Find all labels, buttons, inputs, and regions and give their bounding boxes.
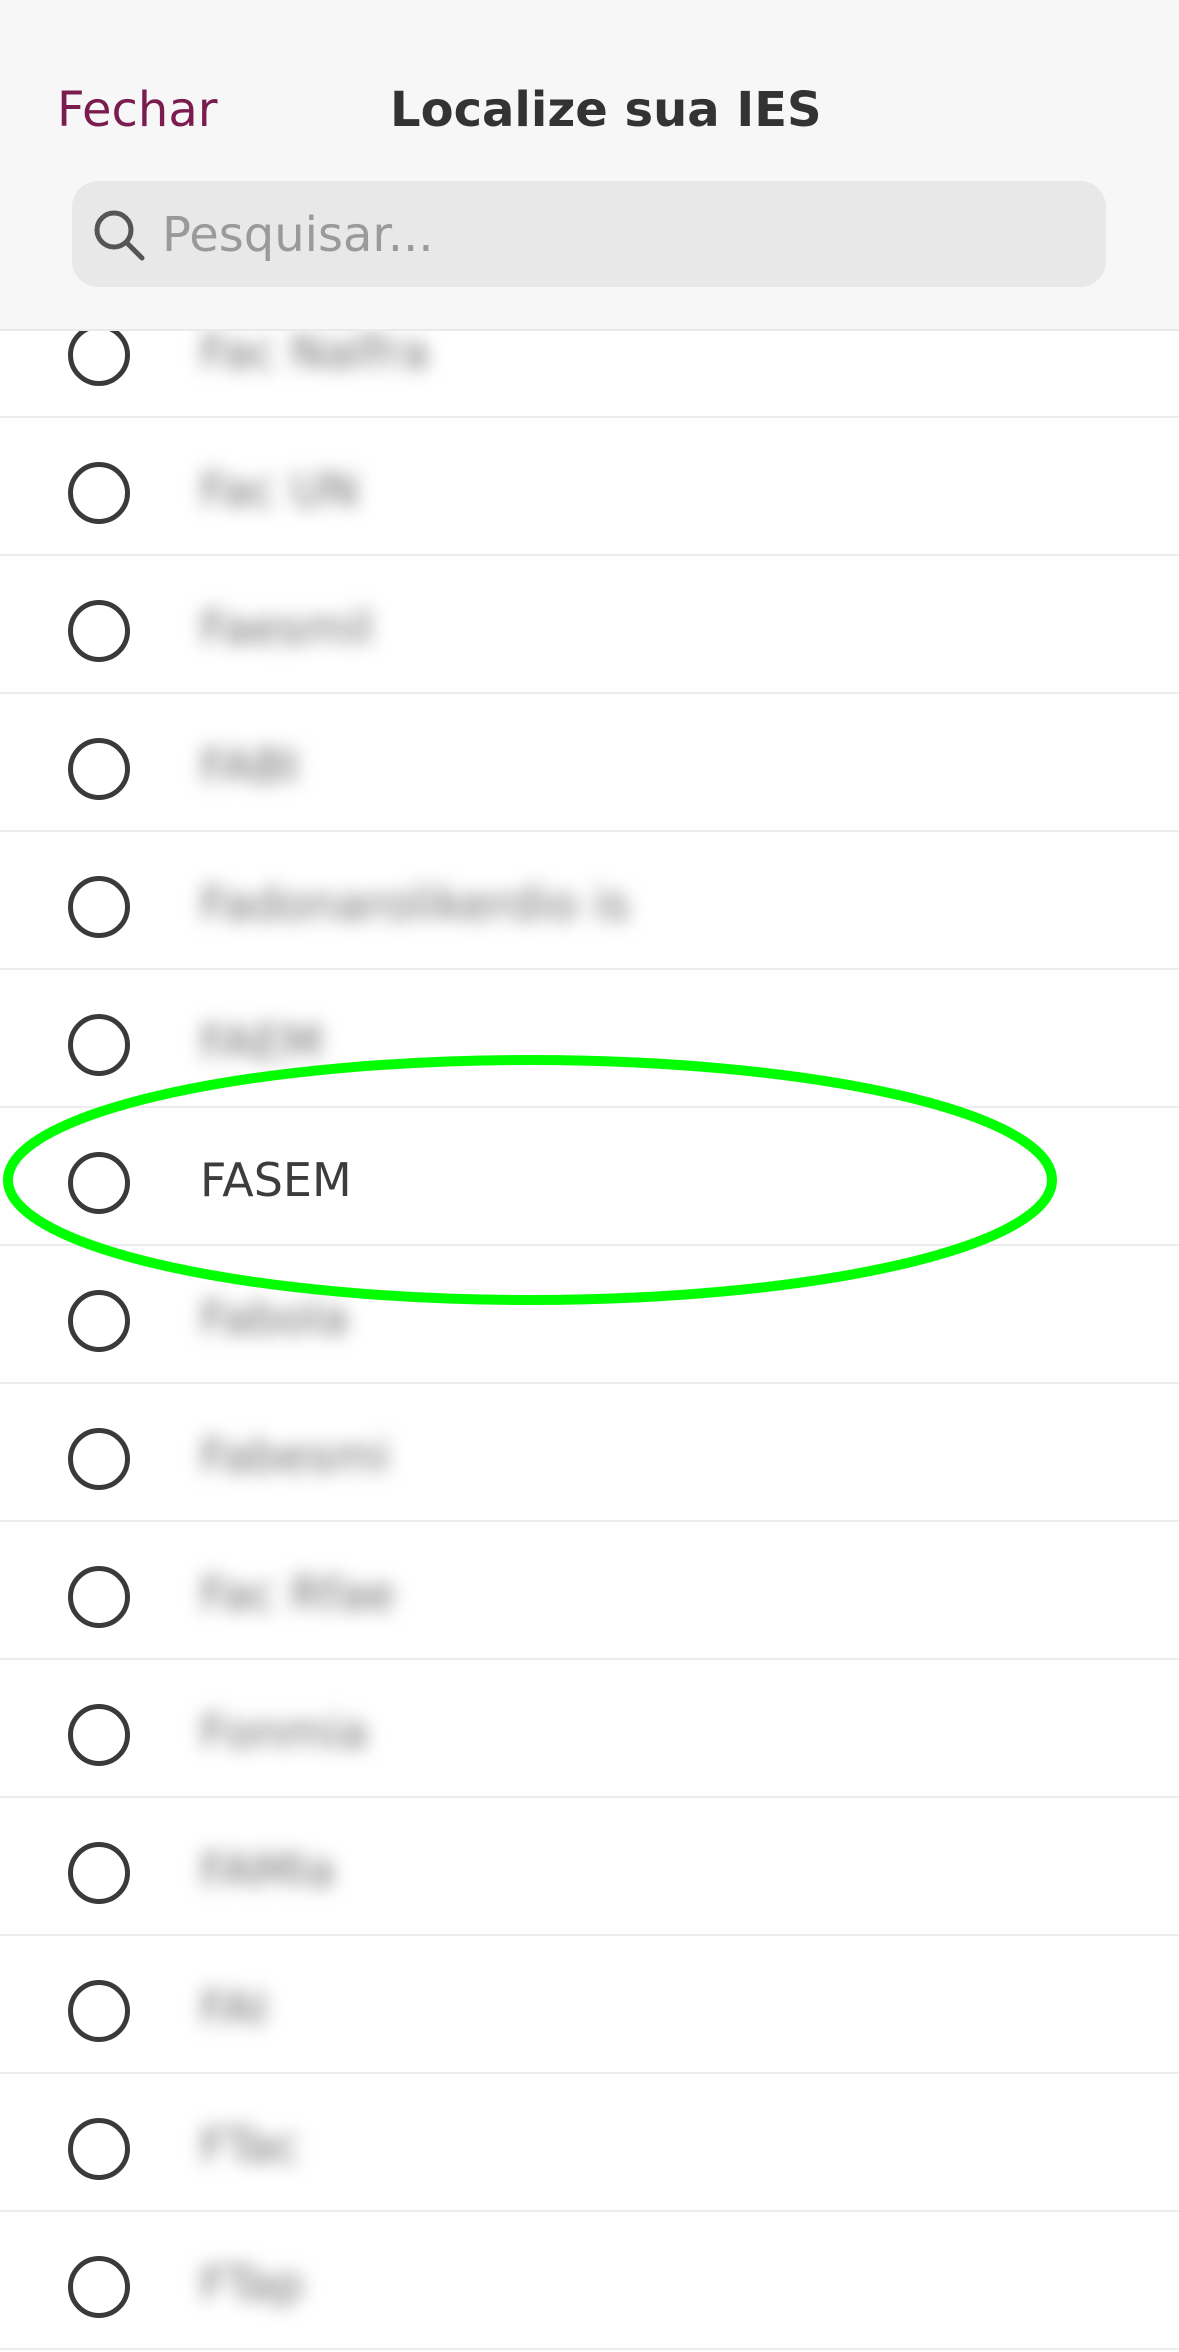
radio-button[interactable] bbox=[68, 738, 130, 800]
list-item-label: Fadonarolikerdio is bbox=[200, 877, 630, 931]
list-item[interactable]: Fadonarolikerdio is bbox=[0, 832, 1179, 970]
radio-button[interactable] bbox=[68, 2118, 130, 2180]
radio-button[interactable] bbox=[68, 1290, 130, 1352]
search-bar[interactable] bbox=[72, 181, 1106, 289]
list-item[interactable]: FAMIa bbox=[0, 1798, 1179, 1936]
search-icon bbox=[94, 210, 145, 261]
list-item[interactable]: FTac bbox=[0, 2074, 1179, 2212]
radio-button[interactable] bbox=[68, 1980, 130, 2042]
header: Fechar Localize sua IES bbox=[0, 0, 1179, 331]
radio-button[interactable] bbox=[68, 876, 130, 938]
list-item[interactable]: Fabola bbox=[0, 1246, 1179, 1384]
list-item[interactable]: FAEM bbox=[0, 970, 1179, 1108]
radio-button[interactable] bbox=[68, 1152, 130, 1214]
radio-button[interactable] bbox=[68, 1704, 130, 1766]
radio-button[interactable] bbox=[68, 1842, 130, 1904]
radio-button[interactable] bbox=[68, 1428, 130, 1490]
list-item-label: FAI bbox=[200, 1981, 268, 2035]
list-item-label: Faesmil bbox=[200, 601, 374, 655]
radio-button[interactable] bbox=[68, 1566, 130, 1628]
list-item[interactable]: FASEM bbox=[0, 1108, 1179, 1246]
radio-button[interactable] bbox=[68, 1014, 130, 1076]
radio-button[interactable] bbox=[68, 2256, 130, 2318]
list-item[interactable]: Fonmia bbox=[0, 1660, 1179, 1798]
list-item[interactable]: Fac UN bbox=[0, 418, 1179, 556]
list-item[interactable]: FABI bbox=[0, 694, 1179, 832]
divider bbox=[0, 2348, 1179, 2350]
list-item-label: FAMIa bbox=[200, 1843, 336, 1897]
list-item-label: Fabola bbox=[200, 1291, 349, 1345]
list-item-label: FTac bbox=[200, 2119, 300, 2173]
search-input[interactable] bbox=[160, 181, 1084, 289]
list-item[interactable]: Fac Rfae bbox=[0, 1522, 1179, 1660]
radio-button[interactable] bbox=[68, 600, 130, 662]
list-item[interactable]: FTap bbox=[0, 2212, 1179, 2350]
list-item[interactable]: FAI bbox=[0, 1936, 1179, 2074]
institution-list[interactable]: Fac Nalfra Fac UN Faesmil FABI Fadonaroliker… bbox=[0, 331, 1179, 2352]
list-item-label: Fac Nalfra bbox=[200, 331, 430, 379]
list-item-label: FASEM bbox=[200, 1153, 352, 1207]
list-item[interactable]: Fac Nalfra bbox=[0, 331, 1179, 418]
list-item[interactable]: Fabesmi bbox=[0, 1384, 1179, 1522]
list-item-label: FAEM bbox=[200, 1015, 323, 1069]
radio-button[interactable] bbox=[68, 462, 130, 524]
radio-button[interactable] bbox=[68, 331, 130, 386]
list-item-label: Fonmia bbox=[200, 1705, 368, 1759]
list-item-label: FTap bbox=[200, 2257, 304, 2311]
list-item-label: FABI bbox=[200, 739, 299, 793]
page-title: Localize sua IES bbox=[390, 82, 822, 138]
list-item-label: Fac Rfae bbox=[200, 1567, 395, 1621]
close-button[interactable]: Fechar bbox=[57, 80, 217, 140]
list-item-label: Fac UN bbox=[200, 463, 359, 517]
list-item[interactable]: Faesmil bbox=[0, 556, 1179, 694]
list-item-label: Fabesmi bbox=[200, 1429, 390, 1483]
